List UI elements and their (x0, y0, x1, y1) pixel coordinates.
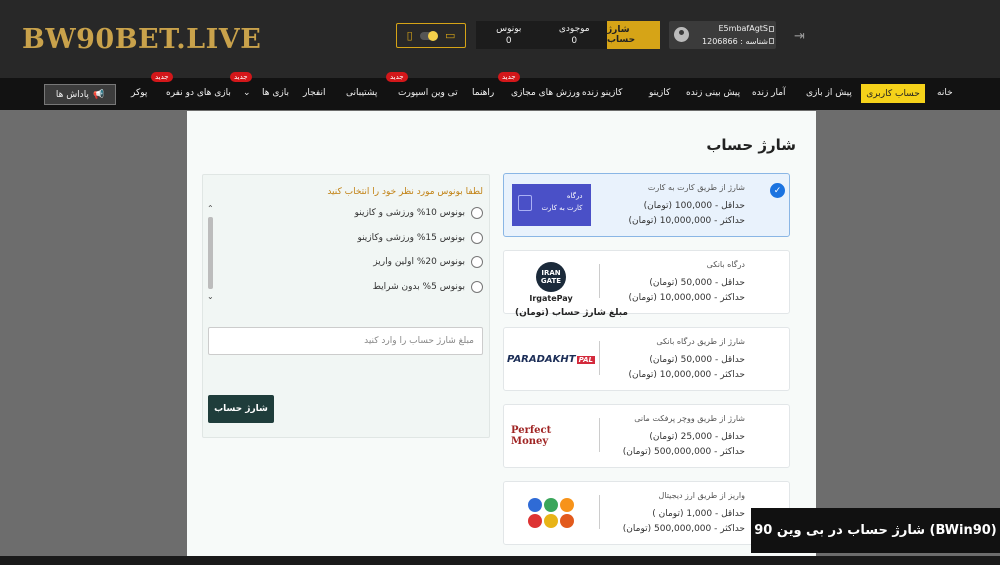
charge-account-button[interactable]: شارژ حساب (607, 21, 660, 49)
crypto-coin-icon (544, 514, 558, 528)
bonus-option[interactable]: بونوس 10% ورزشی و کازینو (355, 207, 483, 219)
copy-icon[interactable] (769, 26, 774, 32)
page-title: شارژ حساب (706, 136, 796, 154)
rewards-button[interactable]: پاداش ها 📢 (44, 84, 116, 105)
nav-home[interactable]: خانه (937, 88, 953, 98)
theme-toggle[interactable]: ▯ ▭ (396, 23, 466, 48)
bonus-radio[interactable] (471, 256, 483, 268)
desktop-icon: ▭ (444, 29, 456, 42)
mobile-icon: ▯ (406, 29, 413, 42)
divider (599, 264, 600, 298)
nav-casino[interactable]: کازینو (649, 88, 670, 98)
user-id: شناسه : 1206866 (702, 37, 768, 46)
check-icon: ✓ (770, 183, 785, 198)
payment-method-bank-gateway[interactable]: درگاه بانکی حداقل - 50,000 (تومان) حداکث… (503, 250, 790, 314)
nav-virtual-sports[interactable]: ورزش های مجازی (511, 88, 580, 98)
new-badge: جدید (151, 72, 173, 82)
crypto-coin-icon (528, 514, 542, 528)
charge-submit-button[interactable]: شارژ حساب (208, 395, 274, 423)
page-footer-strip (0, 556, 1000, 565)
balance-panel: بونوس 0 موجودی 0 (476, 21, 607, 49)
divider (599, 341, 600, 375)
perfect-money-logo: Perfect Money (511, 425, 552, 447)
bonus-balance: بونوس 0 (496, 24, 522, 46)
bonus-radio[interactable] (471, 281, 483, 293)
new-badge: جدید (498, 72, 520, 82)
crypto-coin-icon (560, 514, 574, 528)
card-chip-icon (517, 195, 532, 211)
scrollbar[interactable] (208, 217, 213, 289)
payment-method-perfect-money[interactable]: شارژ از طریق ووچر پرفکت مانی حداقل - 25,… (503, 404, 790, 468)
deposit-panel: شارژ حساب ✓ شارژ از طریق کارت به کارت حد… (187, 111, 816, 565)
crypto-logo (511, 492, 591, 534)
bonus-option[interactable]: بونوس 15% ورزشی وکازینو (357, 232, 483, 244)
site-logo[interactable]: BW90BET.LIVE (22, 24, 261, 55)
divider (599, 418, 600, 452)
new-badge: جدید (386, 72, 408, 82)
payment-method-card-to-card[interactable]: ✓ شارژ از طریق کارت به کارت حداقل - 100,… (503, 173, 790, 237)
paradakht-logo: PARADAKHT PAL (507, 353, 595, 365)
payment-method-paradakht[interactable]: شارژ از طریق درگاه بانکی حداقل - 50,000 … (503, 327, 790, 391)
nav-crash[interactable]: انفجار (303, 88, 325, 98)
scroll-down-icon[interactable]: ⌄ (207, 292, 214, 301)
nav-support[interactable]: پشتیبانی (346, 88, 377, 98)
new-badge: جدید (230, 72, 252, 82)
payment-method-crypto[interactable]: واریز از طریق ارز دیجیتال حداقل - 1,000 … (503, 481, 790, 545)
copy-id-icon[interactable] (769, 38, 774, 44)
nav-live-betting[interactable]: پیش بینی زنده (686, 88, 740, 98)
nav-account-button[interactable]: حساب کاربری (861, 84, 925, 103)
nav-live-stats[interactable]: آمار زنده (752, 88, 786, 98)
crypto-coin-icon (528, 498, 542, 512)
username: E5mbafAgtS (718, 24, 769, 33)
crypto-coin-icon (560, 498, 574, 512)
bonus-radio[interactable] (471, 232, 483, 244)
bonus-option[interactable]: بونوس 20% اولین واریز (373, 256, 483, 268)
divider (599, 495, 600, 529)
top-header: BW90BET.LIVE ▯ ▭ بونوس 0 موجودی 0 شارژ ح… (0, 0, 1000, 78)
main-balance: موجودی 0 (558, 24, 590, 46)
nav-prematch[interactable]: پیش از بازی (806, 88, 852, 98)
user-info[interactable]: E5mbafAgtS شناسه : 1206866 (669, 21, 776, 49)
amount-label: مبلغ شارژ حساب (تومان) (514, 308, 628, 318)
megaphone-icon: 📢 (92, 89, 105, 100)
nav-twin-sport[interactable]: تی وین اسپورت (398, 88, 458, 98)
nav-live-casino[interactable]: کازینو زنده (582, 88, 622, 98)
nav-games[interactable]: ⌄ بازی ها (243, 88, 289, 98)
nav-two-player-games[interactable]: بازی های دو نفره (166, 88, 231, 98)
nav-help[interactable]: راهنما (472, 88, 494, 98)
nav-poker[interactable]: پوکر (131, 88, 147, 98)
chevron-down-icon: ⌄ (243, 88, 251, 98)
bonus-option[interactable]: بونوس 5% بدون شرایط (373, 281, 483, 293)
bonus-radio[interactable] (471, 207, 483, 219)
scroll-up-icon[interactable]: ⌃ (207, 204, 214, 213)
crypto-coin-icon (544, 498, 558, 512)
toggle-switch[interactable] (419, 30, 438, 41)
amount-input[interactable] (208, 327, 483, 355)
user-avatar-icon (674, 27, 689, 42)
bonus-prompt: لطفا بونوس مورد نظر خود را انتخاب کنید (327, 187, 483, 197)
card-to-card-logo: درگاه کارت به کارت (511, 184, 591, 226)
logout-icon[interactable]: ⇥ (794, 29, 805, 44)
irgatepay-logo: IRAN GATE IrgatePay (511, 261, 591, 303)
caption-overlay: شارژ حساب در بی وین 90 (BWin90) (751, 508, 1000, 553)
